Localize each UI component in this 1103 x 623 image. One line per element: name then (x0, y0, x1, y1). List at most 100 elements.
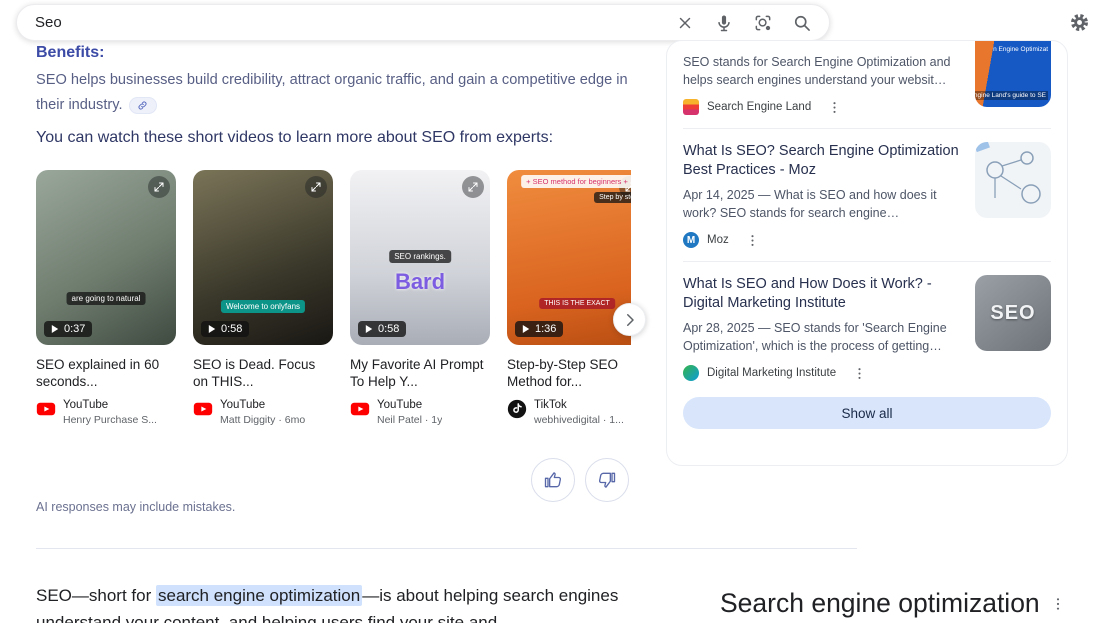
play-icon (51, 325, 59, 333)
more-options-icon[interactable] (827, 100, 842, 115)
thumbs-up-button[interactable] (531, 458, 575, 502)
ai-disclaimer-text: AI responses may include mistakes. (36, 500, 236, 514)
search-input[interactable]: Seo (35, 14, 659, 31)
result-source-name: Search Engine Land (707, 101, 812, 113)
carousel-next-button[interactable] (613, 303, 646, 336)
result-thumbnail[interactable] (975, 142, 1051, 218)
result-item[interactable]: What Is SEO and How Does it Work? - Digi… (683, 275, 1051, 381)
thumbs-down-button[interactable] (585, 458, 629, 502)
result-source-name: Moz (707, 234, 729, 246)
benefits-heading: Benefits: (36, 44, 105, 61)
video-title[interactable]: SEO explained in 60 seconds... (36, 356, 176, 391)
result-snippet: Apr 28, 2025 — SEO stands for 'Search En… (683, 321, 947, 353)
video-overlay-caption: + SEO method for beginners + (521, 175, 631, 188)
microphone-icon[interactable] (711, 10, 737, 36)
search-engine-land-favicon (683, 99, 699, 115)
video-source-row: YouTube Henry Purchase S... (36, 399, 176, 426)
result-divider (683, 128, 1051, 129)
play-icon (208, 325, 216, 333)
youtube-icon (36, 399, 56, 419)
moz-favicon: M (683, 232, 699, 248)
result-source-name: Digital Marketing Institute (707, 367, 837, 379)
video-card[interactable]: are going to natural 0:37 SEO explained … (36, 170, 176, 426)
video-byline: Matt Diggity · 6mo (220, 414, 306, 426)
play-icon (522, 325, 530, 333)
settings-gear-icon[interactable] (1068, 11, 1090, 33)
result-source-row: M Moz (683, 232, 961, 248)
video-byline: webhivedigital · 1... (534, 414, 624, 426)
result-snippet: Apr 14, 2025 — What is SEO and how does … (683, 188, 937, 220)
video-title[interactable]: My Favorite AI Prompt To Help Y... (350, 356, 490, 391)
more-options-icon[interactable] (745, 233, 760, 248)
videos-carousel[interactable]: are going to natural 0:37 SEO explained … (36, 170, 631, 426)
video-thumbnail[interactable]: are going to natural 0:37 (36, 170, 176, 345)
video-source-row: YouTube Neil Patel · 1y (350, 399, 490, 426)
show-all-button[interactable]: Show all (683, 397, 1051, 429)
youtube-icon (350, 399, 370, 419)
video-duration-badge: 0:37 (44, 321, 93, 337)
tiktok-icon (507, 399, 527, 419)
video-byline: Henry Purchase S... (63, 414, 157, 426)
video-title[interactable]: Step-by-Step SEO Method for... (507, 356, 631, 391)
article-paragraph: SEO—short for search engine optimization… (36, 582, 628, 623)
highlighted-term[interactable]: search engine optimization (155, 585, 363, 606)
related-results-card: SEO stands for Search Engine Optimizatio… (666, 40, 1068, 466)
video-byline: Neil Patel · 1y (377, 414, 443, 426)
video-duration-badge: 0:58 (201, 321, 250, 337)
result-source-row: Digital Marketing Institute (683, 365, 961, 381)
video-overlay-caption: Bard (394, 269, 446, 294)
search-icon[interactable] (789, 10, 815, 36)
thumbnail-text: Engine Land's guide to SE (975, 91, 1048, 100)
video-title[interactable]: SEO is Dead. Focus on THIS... (193, 356, 333, 391)
video-overlay-caption: THIS IS THE EXACT (539, 298, 615, 309)
video-overlay-caption: SEO rankings. (389, 250, 451, 263)
expand-icon[interactable] (462, 176, 484, 198)
citation-link-icon[interactable] (128, 96, 157, 114)
knowledge-panel-more-icon[interactable] (1050, 596, 1066, 617)
thumbs-down-icon (598, 472, 616, 488)
knowledge-panel-title: Search engine optimization (720, 588, 1040, 618)
benefits-text-body: SEO helps businesses build credibility, … (36, 72, 628, 113)
result-thumbnail[interactable]: n Engine Optimizat Engine Land's guide t… (975, 41, 1051, 107)
video-source-name: TikTok (534, 399, 567, 411)
video-overlay-caption: are going to natural (66, 292, 146, 305)
thumbnail-text: SEO (990, 301, 1036, 324)
result-source-row: Search Engine Land (683, 99, 961, 115)
expand-icon[interactable] (305, 176, 327, 198)
result-title[interactable]: What Is SEO and How Does it Work? - Digi… (683, 275, 961, 313)
video-card[interactable]: SEO rankings. Bard 0:58 My Favorite AI P… (350, 170, 490, 426)
section-divider (36, 548, 857, 549)
video-source-name: YouTube (63, 399, 109, 411)
video-source-name: YouTube (377, 399, 423, 411)
videos-intro-text: You can watch these short videos to lear… (36, 129, 554, 146)
video-overlay-caption: Welcome to onlyfans (220, 300, 306, 313)
video-source-row: YouTube Matt Diggity · 6mo (193, 399, 333, 426)
video-thumbnail[interactable]: Welcome to onlyfans 0:58 (193, 170, 333, 345)
thumbnail-text: n Engine Optimizat (993, 46, 1048, 53)
youtube-icon (193, 399, 213, 419)
result-item[interactable]: What Is SEO? Search Engine Optimization … (683, 142, 1051, 248)
clear-icon[interactable] (672, 10, 698, 36)
video-source-name: YouTube (220, 399, 266, 411)
expand-icon[interactable] (148, 176, 170, 198)
result-item[interactable]: SEO stands for Search Engine Optimizatio… (683, 41, 1051, 115)
video-thumbnail[interactable]: SEO rankings. Bard 0:58 (350, 170, 490, 345)
search-bar[interactable]: Seo (16, 4, 830, 41)
dmi-favicon (683, 365, 699, 381)
video-duration-badge: 0:58 (358, 321, 407, 337)
result-thumbnail[interactable]: SEO (975, 275, 1051, 351)
video-card[interactable]: + SEO method for beginners + Step by ste… (507, 170, 631, 426)
result-snippet: SEO stands for Search Engine Optimizatio… (683, 55, 951, 87)
play-icon (365, 325, 373, 333)
video-overlay-caption: Step by step (594, 192, 631, 203)
chevron-right-icon (626, 313, 634, 326)
result-title[interactable]: What Is SEO? Search Engine Optimization … (683, 142, 961, 180)
video-duration-badge: 1:36 (515, 321, 564, 337)
video-source-row: TikTok webhivedigital · 1... (507, 399, 631, 426)
google-lens-icon[interactable] (750, 10, 776, 36)
more-options-icon[interactable] (852, 366, 867, 381)
result-divider (683, 261, 1051, 262)
thumbs-up-icon (544, 472, 562, 488)
video-card[interactable]: Welcome to onlyfans 0:58 SEO is Dead. Fo… (193, 170, 333, 426)
article-text: SEO—short for (36, 586, 156, 605)
